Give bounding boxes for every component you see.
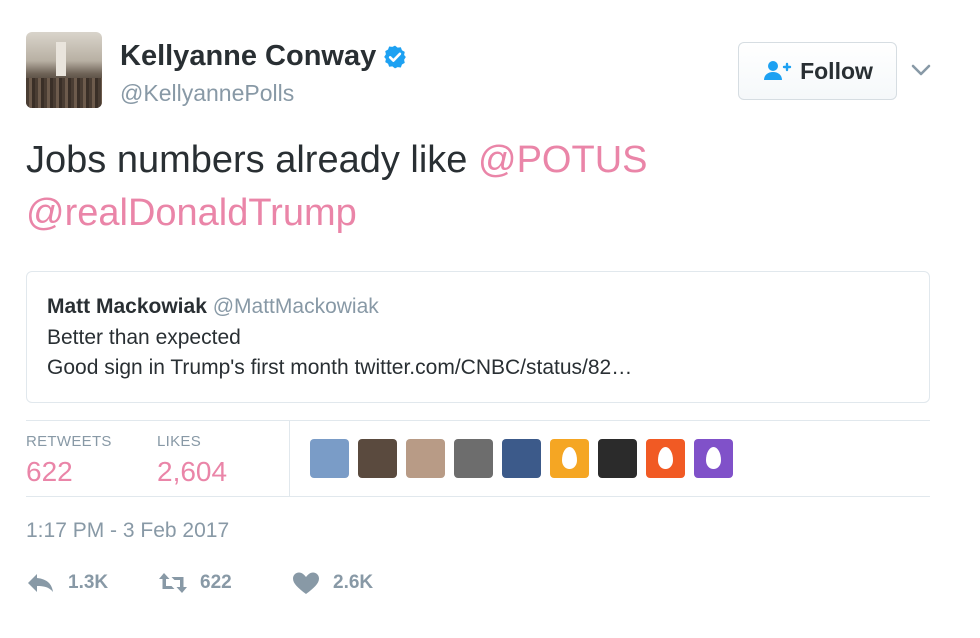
- add-user-icon: [764, 61, 792, 80]
- likes-value: 2,604: [157, 456, 228, 487]
- liker-avatar-egg-yellow[interactable]: [550, 439, 589, 478]
- liker-avatars: [310, 439, 733, 478]
- like-count: 2.6K: [333, 572, 374, 593]
- retweets-value: 622: [26, 456, 73, 487]
- liker-avatar-photo-3[interactable]: [406, 439, 445, 478]
- quoted-text-line-2: Good sign in Trump's first month twitter…: [47, 356, 633, 379]
- follow-button-label: Follow: [800, 57, 873, 84]
- retweet-button[interactable]: 622: [158, 570, 232, 596]
- like-button[interactable]: 2.6K: [291, 570, 373, 596]
- liker-avatar-photo-5[interactable]: [502, 439, 541, 478]
- mention-realdonaldtrump[interactable]: @realDonaldTrump: [26, 192, 357, 234]
- likes-label: LIKES: [157, 433, 202, 450]
- quoted-author-handle: @MattMackowiak: [212, 295, 379, 318]
- reply-button[interactable]: 1.3K: [26, 570, 108, 596]
- tweet-text: Jobs numbers already like @POTUS @realDo…: [26, 134, 946, 240]
- heart-icon: [293, 572, 319, 594]
- retweet-count: 622: [200, 572, 232, 593]
- tweet-stats: RETWEETS 622 LIKES 2,604: [26, 420, 930, 497]
- avatar-crowd-shape: [26, 78, 102, 108]
- liker-avatar-egg-purple[interactable]: [694, 439, 733, 478]
- author-avatar[interactable]: [26, 32, 102, 108]
- avatar-capitol-shape: [56, 42, 66, 76]
- retweet-icon: [159, 573, 187, 593]
- quoted-tweet-header: Matt Mackowiak @MattMackowiak: [47, 295, 379, 319]
- egg-icon: [658, 447, 673, 469]
- liker-avatar-photo-7[interactable]: [598, 439, 637, 478]
- stats-divider: [289, 421, 290, 496]
- liker-avatar-photo-4[interactable]: [454, 439, 493, 478]
- egg-icon: [562, 447, 577, 469]
- reply-icon: [28, 574, 53, 592]
- tweet-text-prefix: Jobs numbers already like: [26, 139, 478, 181]
- mention-potus[interactable]: @POTUS: [478, 139, 647, 181]
- follow-button[interactable]: Follow: [738, 42, 897, 100]
- author-name[interactable]: Kellyanne Conway: [120, 40, 376, 73]
- quoted-tweet[interactable]: Matt Mackowiak @MattMackowiak Better tha…: [26, 271, 930, 403]
- tweet-header: Kellyanne Conway @KellyannePolls Follow: [26, 32, 946, 112]
- verified-badge-icon: [384, 45, 407, 68]
- liker-avatar-egg-orange[interactable]: [646, 439, 685, 478]
- chevron-down-icon[interactable]: [910, 60, 932, 80]
- quoted-text-line-1: Better than expected: [47, 326, 241, 349]
- reply-count: 1.3K: [68, 572, 109, 593]
- author-handle[interactable]: @KellyannePolls: [120, 80, 294, 107]
- author-name-row: Kellyanne Conway: [120, 40, 408, 73]
- egg-icon: [706, 447, 721, 469]
- retweets-stat[interactable]: RETWEETS 622: [26, 433, 112, 488]
- liker-avatar-photo-2[interactable]: [358, 439, 397, 478]
- tweet-timestamp[interactable]: 1:17 PM - 3 Feb 2017: [26, 519, 229, 543]
- retweets-label: RETWEETS: [26, 433, 112, 450]
- liker-avatar-flag[interactable]: [310, 439, 349, 478]
- quoted-author-name: Matt Mackowiak: [47, 295, 207, 318]
- likes-stat[interactable]: LIKES 2,604: [157, 433, 227, 488]
